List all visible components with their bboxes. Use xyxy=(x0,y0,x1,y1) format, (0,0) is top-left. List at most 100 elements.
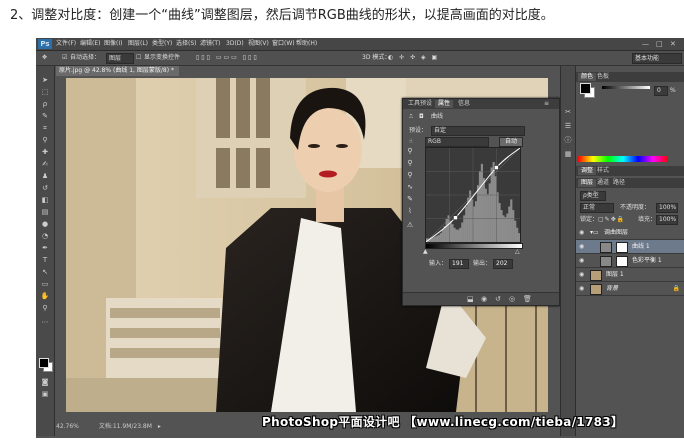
info-icon[interactable]: ⓘ xyxy=(564,136,572,144)
eye-icon[interactable]: ◉ xyxy=(579,243,584,250)
layer-kind-filter[interactable]: ρ类型 xyxy=(580,191,606,201)
more-tools-icon[interactable]: ⋯ xyxy=(40,318,50,326)
menu-filter[interactable]: 滤镜(T) xyxy=(200,39,220,49)
clipping-warning-icon[interactable]: ⚠ xyxy=(405,221,415,229)
move-tool-icon[interactable]: ➤ xyxy=(40,76,50,84)
brush-tool-icon[interactable]: ✍ xyxy=(40,160,50,168)
minimize-button[interactable]: — xyxy=(642,39,649,49)
curves-graph[interactable] xyxy=(425,147,521,243)
eye-icon[interactable]: ◉ xyxy=(579,257,584,264)
curves-graph-svg[interactable] xyxy=(425,147,521,243)
layer-background-row[interactable]: ◉ 背景 🔒 xyxy=(576,282,684,296)
fill-field[interactable]: 100% xyxy=(656,215,678,225)
menu-file[interactable]: 文件(F) xyxy=(56,39,76,49)
tab-swatches[interactable]: 色板 xyxy=(594,73,612,81)
healing-tool-icon[interactable]: ✚ xyxy=(40,148,50,156)
tools-preset-icon[interactable]: ✂ xyxy=(564,108,572,116)
quick-select-tool-icon[interactable]: ✎ xyxy=(40,112,50,120)
k-slider[interactable] xyxy=(602,86,650,89)
color-panel-fg-swatch[interactable] xyxy=(580,83,591,94)
maximize-button[interactable]: □ xyxy=(656,39,663,49)
reset-icon[interactable]: ↺ xyxy=(495,295,501,303)
pen-tool-icon[interactable]: ✒ xyxy=(40,244,50,252)
screen-mode-icon[interactable]: ▣ xyxy=(40,390,50,398)
zoom-level[interactable]: 42.76% xyxy=(56,423,79,430)
input-field[interactable]: 191 xyxy=(449,259,469,269)
menu-layer[interactable]: 图层(L) xyxy=(128,39,148,49)
output-field[interactable]: 202 xyxy=(493,259,513,269)
black-point-eyedropper-icon[interactable]: ⚲ xyxy=(405,147,415,155)
layer-mask-thumbnail[interactable] xyxy=(616,242,628,253)
eye-icon[interactable]: ◉ xyxy=(579,271,584,278)
mask-icon[interactable]: ◘ xyxy=(419,112,424,121)
history-brush-tool-icon[interactable]: ↺ xyxy=(40,184,50,192)
curve-control-point[interactable] xyxy=(453,215,458,220)
hand-tool-icon[interactable]: ✋ xyxy=(40,292,50,300)
menu-3d[interactable]: 3D(D) xyxy=(226,39,244,49)
document-tab[interactable]: 原片.jpg @ 42.8% (曲线 1, 图层蒙版/8) * xyxy=(56,66,179,76)
status-menu-icon[interactable]: ▸ xyxy=(158,423,161,430)
menu-select[interactable]: 选择(S) xyxy=(176,39,197,49)
eraser-tool-icon[interactable]: ◧ xyxy=(40,196,50,204)
curve-control-point[interactable] xyxy=(494,165,499,170)
move-tool-icon[interactable]: ✥ xyxy=(42,53,47,63)
shape-tool-icon[interactable]: ▭ xyxy=(40,280,50,288)
gradient-tool-icon[interactable]: ▤ xyxy=(40,208,50,216)
on-image-adjust-icon[interactable]: ☝ xyxy=(409,137,413,146)
tab-paths[interactable]: 路径 xyxy=(610,179,628,187)
blend-mode-dropdown[interactable]: 正常 xyxy=(580,203,614,213)
k-value-field[interactable]: 0 xyxy=(654,86,668,96)
marquee-tool-icon[interactable]: ⬚ xyxy=(40,88,50,96)
stamp-tool-icon[interactable]: ♟ xyxy=(40,172,50,180)
3d-mode-icons[interactable]: ◐ ✢ ✣ ◈ ▣ xyxy=(388,53,439,63)
auto-select-dropdown[interactable]: 图层 xyxy=(106,53,134,64)
auto-select-checkbox[interactable]: ☑ xyxy=(62,53,67,63)
layer-group-row[interactable]: ◉ ▾▭ 调曲图层 xyxy=(576,226,684,240)
eye-icon[interactable]: ◉ xyxy=(579,229,584,236)
layer-pixel-row[interactable]: ◉ 图层 1 xyxy=(576,268,684,282)
tab-properties[interactable]: 属性 xyxy=(435,100,454,108)
channel-dropdown[interactable]: RGB xyxy=(425,137,489,147)
layer-color-balance-row[interactable]: ◉ 色彩平衡 1 xyxy=(576,254,684,268)
document-info[interactable]: 文档:11.9M/23.8M xyxy=(99,423,152,430)
edit-points-icon[interactable]: ∿ xyxy=(405,183,415,191)
visibility-icon[interactable]: ◎ xyxy=(509,295,515,303)
preset-dropdown[interactable]: 自定 xyxy=(431,126,525,136)
layer-mask-thumbnail[interactable] xyxy=(616,256,628,267)
align-icons[interactable]: ▯▯▯ ▭▭▭ ▯▯▯ xyxy=(196,53,259,63)
tab-info[interactable]: 信息 xyxy=(455,100,473,108)
view-previous-icon[interactable]: ◉ xyxy=(481,295,487,303)
tab-tool-presets[interactable]: 工具预设 xyxy=(405,100,435,108)
menu-image[interactable]: 图像(I) xyxy=(104,39,122,49)
path-select-tool-icon[interactable]: ↖ xyxy=(40,268,50,276)
zoom-tool-icon[interactable]: ⚲ xyxy=(40,304,50,312)
show-transform-checkbox[interactable]: ☐ xyxy=(136,53,141,63)
dodge-tool-icon[interactable]: ◔ xyxy=(40,232,50,240)
foreground-color-swatch[interactable] xyxy=(39,358,49,368)
opacity-field[interactable]: 100% xyxy=(656,203,678,213)
quick-mask-icon[interactable]: ◙ xyxy=(40,378,50,386)
menu-edit[interactable]: 编辑(E) xyxy=(80,39,100,49)
black-input-slider-icon[interactable]: ▲ xyxy=(423,247,428,256)
delete-icon[interactable]: 🗑 xyxy=(523,295,532,303)
group-toggle-icon[interactable]: ▾▭ xyxy=(590,228,599,237)
color-spectrum[interactable] xyxy=(578,156,668,162)
properties-icon[interactable]: ☰ xyxy=(564,122,572,130)
blur-tool-icon[interactable]: ● xyxy=(40,220,50,228)
clip-to-layer-icon[interactable]: ⬓ xyxy=(467,295,474,303)
layer-curves-row[interactable]: ◉ 曲线 1 xyxy=(576,240,684,254)
close-button[interactable]: ✕ xyxy=(670,39,676,49)
gray-point-eyedropper-icon[interactable]: ⚲ xyxy=(405,159,415,167)
crop-tool-icon[interactable]: ⌗ xyxy=(40,124,50,132)
auto-button[interactable]: 自动 xyxy=(499,137,523,147)
lock-icons[interactable]: ▢✎✥🔒 xyxy=(598,216,625,224)
workspace-dropdown[interactable]: 基本功能 xyxy=(632,53,682,64)
lasso-tool-icon[interactable]: ρ xyxy=(40,100,50,108)
panel-menu-icon[interactable]: ≡ xyxy=(541,100,552,108)
menu-window[interactable]: 窗口(W) xyxy=(272,39,295,49)
eye-icon[interactable]: ◉ xyxy=(579,285,584,292)
menu-view[interactable]: 视图(V) xyxy=(248,39,269,49)
eyedropper-tool-icon[interactable]: ⚲ xyxy=(40,136,50,144)
menu-type[interactable]: 类型(Y) xyxy=(152,39,172,49)
tab-styles[interactable]: 样式 xyxy=(594,167,612,175)
